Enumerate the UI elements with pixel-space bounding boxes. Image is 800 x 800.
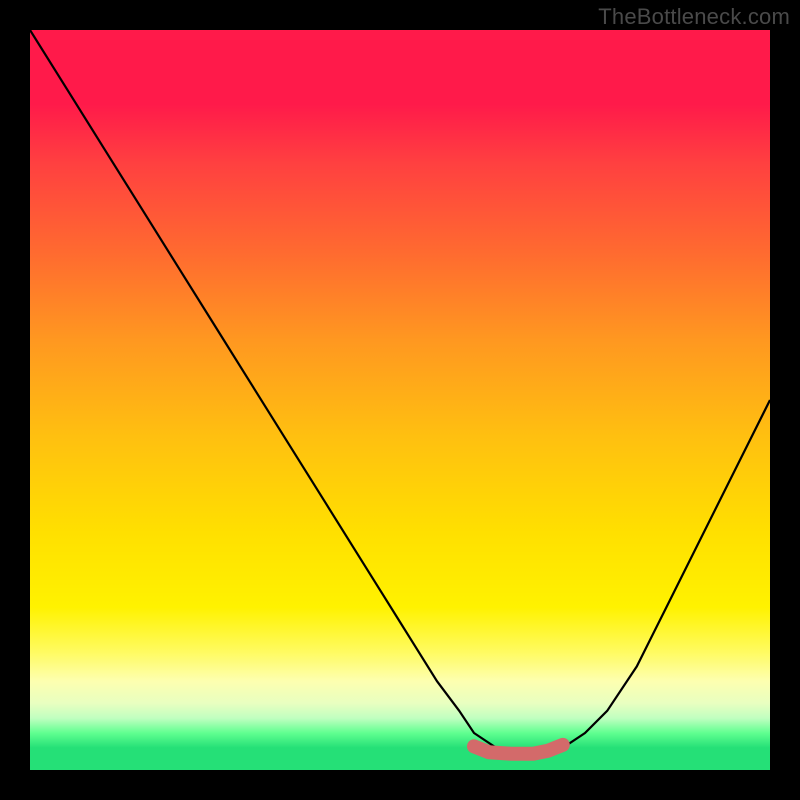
plot-area (30, 30, 770, 770)
watermark-text: TheBottleneck.com (598, 4, 790, 30)
curve-svg (30, 30, 770, 770)
bottleneck-curve-path (30, 30, 770, 755)
optimal-marker-path (474, 745, 563, 754)
chart-container: TheBottleneck.com (0, 0, 800, 800)
